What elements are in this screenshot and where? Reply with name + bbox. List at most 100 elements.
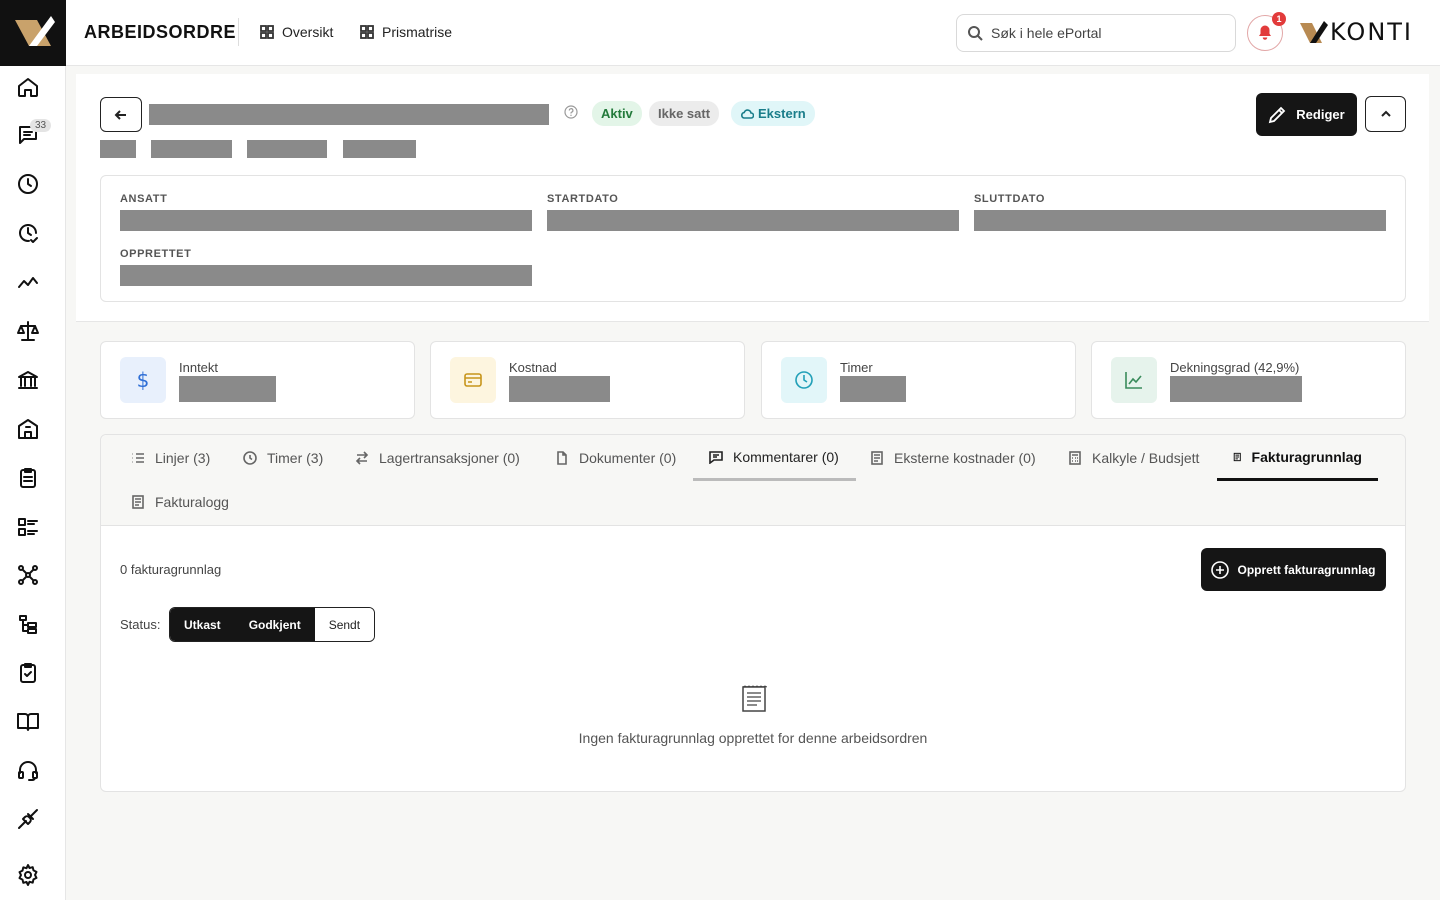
sidebar-item-integrations[interactable] bbox=[0, 555, 56, 595]
messages-count-badge: 33 bbox=[30, 119, 52, 132]
edit-button[interactable]: Rediger bbox=[1256, 93, 1357, 136]
title-divider bbox=[238, 18, 239, 46]
comment-icon bbox=[709, 450, 723, 464]
tab-invoice-log[interactable]: Fakturalogg bbox=[115, 479, 245, 525]
stat-cost-value-redacted bbox=[509, 376, 610, 402]
clock-icon bbox=[243, 451, 257, 465]
status-filter: Utkast Godkjent Sendt bbox=[169, 607, 376, 642]
plus-circle-icon bbox=[1211, 560, 1230, 579]
clipboard-check-icon bbox=[20, 663, 36, 683]
nav-overview-link[interactable]: Oversikt bbox=[260, 24, 333, 40]
list-icon bbox=[132, 453, 144, 463]
employee-value-redacted bbox=[120, 210, 532, 231]
stat-hours-label: Timer bbox=[840, 360, 873, 375]
meta-redacted-3 bbox=[247, 140, 327, 158]
stat-card-hours: Timer bbox=[761, 341, 1076, 419]
stat-margin-label: Dekningsgrad (42,9%) bbox=[1170, 360, 1300, 375]
sidebar-item-settings[interactable] bbox=[0, 855, 56, 895]
tab-lines-label: Linjer (3) bbox=[155, 450, 211, 466]
help-icon[interactable] bbox=[564, 105, 578, 119]
chart-icon bbox=[1125, 372, 1142, 389]
back-button[interactable] bbox=[100, 97, 142, 132]
tab-hours[interactable]: Timer (3) bbox=[227, 435, 339, 481]
tab-comments[interactable]: Kommentarer (0) bbox=[693, 435, 856, 481]
end-date-label: SLUTTDATO bbox=[974, 193, 1045, 205]
tab-budget[interactable]: Kalkyle / Budsjett bbox=[1052, 435, 1215, 481]
pencil-icon bbox=[1269, 106, 1286, 123]
app-logo[interactable] bbox=[0, 0, 66, 66]
clock-check-icon bbox=[19, 224, 38, 243]
meta-redacted-2 bbox=[151, 140, 232, 158]
invoice-count: 0 fakturagrunnlag bbox=[120, 562, 222, 577]
tab-invoice-basis[interactable]: Fakturagrunnlag bbox=[1217, 435, 1378, 481]
global-search[interactable] bbox=[956, 14, 1236, 52]
stat-hours-value-redacted bbox=[840, 376, 906, 402]
clock-icon bbox=[795, 371, 813, 389]
tab-invoice-log-label: Fakturalogg bbox=[155, 494, 229, 510]
book-icon bbox=[17, 713, 39, 731]
tab-documents[interactable]: Dokumenter (0) bbox=[539, 435, 692, 481]
work-order-header: Aktiv Ikke satt Ekstern Rediger ANSATT S… bbox=[76, 74, 1429, 322]
arrow-left-icon bbox=[114, 109, 126, 120]
list-icon bbox=[18, 518, 38, 536]
order-title-redacted bbox=[149, 104, 549, 125]
cloud-icon bbox=[741, 108, 754, 119]
empty-state-message: Ingen fakturagrunnlag opprettet for denn… bbox=[578, 730, 928, 746]
home-icon bbox=[18, 78, 38, 97]
filter-draft[interactable]: Utkast bbox=[170, 608, 235, 641]
start-date-value-redacted bbox=[547, 210, 959, 231]
filter-approved[interactable]: Godkjent bbox=[234, 608, 315, 641]
sidebar-item-checklists[interactable] bbox=[0, 653, 56, 693]
sidebar-item-docs[interactable] bbox=[0, 701, 56, 741]
sidebar-item-tasks[interactable] bbox=[0, 458, 56, 498]
edit-button-label: Rediger bbox=[1296, 107, 1345, 122]
tab-external-costs-label: Eksterne kostnader (0) bbox=[894, 450, 1036, 466]
sidebar-item-support[interactable] bbox=[0, 750, 56, 790]
sidebar-item-home[interactable] bbox=[0, 67, 56, 107]
status-badge: Aktiv bbox=[592, 101, 642, 126]
type-badge-label: Ekstern bbox=[758, 106, 806, 121]
tabs-bar: Linjer (3) Timer (3) Lagertransaksjoner … bbox=[101, 435, 1405, 526]
network-icon bbox=[18, 565, 38, 585]
sidebar-item-time-approval[interactable] bbox=[0, 213, 56, 253]
plug-icon bbox=[18, 809, 38, 829]
sidebar-item-balance[interactable] bbox=[0, 311, 56, 351]
tab-documents-label: Dokumenter (0) bbox=[579, 450, 677, 466]
end-date-value-redacted bbox=[974, 210, 1386, 231]
sidebar-item-lists[interactable] bbox=[0, 507, 56, 547]
sidebar-item-time[interactable] bbox=[0, 164, 56, 204]
clipboard-icon bbox=[20, 468, 36, 488]
bell-icon bbox=[1259, 25, 1271, 40]
stat-card-income: $ Inntekt bbox=[100, 341, 415, 419]
collapse-button[interactable] bbox=[1365, 96, 1406, 132]
employee-label: ANSATT bbox=[120, 193, 168, 205]
sidebar-item-plugins[interactable] bbox=[0, 799, 56, 839]
empty-receipt-icon bbox=[742, 685, 767, 712]
nav-price-matrix-link[interactable]: Prismatrise bbox=[360, 24, 452, 40]
dollar-icon: $ bbox=[120, 357, 166, 403]
sidebar-item-analytics[interactable] bbox=[0, 262, 56, 302]
swap-icon bbox=[355, 451, 369, 465]
building-icon bbox=[18, 419, 38, 439]
filter-sent[interactable]: Sendt bbox=[314, 608, 375, 641]
notifications-button[interactable]: 1 bbox=[1247, 12, 1286, 51]
details-card: ANSATT STARTDATO SLUTTDATO OPPRETTET bbox=[100, 175, 1406, 302]
bank-icon bbox=[18, 371, 38, 389]
sidebar-item-bank[interactable] bbox=[0, 360, 56, 400]
created-value-redacted bbox=[120, 265, 532, 286]
status-filter-label: Status: bbox=[120, 617, 161, 632]
sidebar-item-messages[interactable]: 33 bbox=[0, 115, 56, 155]
priority-badge: Ikke satt bbox=[649, 101, 720, 126]
stat-margin-value-redacted bbox=[1170, 376, 1302, 402]
tab-inventory-transactions[interactable]: Lagertransaksjoner (0) bbox=[339, 435, 536, 481]
search-input[interactable] bbox=[991, 25, 1221, 41]
tab-external-costs[interactable]: Eksterne kostnader (0) bbox=[854, 435, 1052, 481]
grid-icon bbox=[260, 25, 274, 39]
create-invoice-basis-button[interactable]: Opprett fakturagrunnlag bbox=[1201, 548, 1386, 591]
sidebar-item-structure[interactable] bbox=[0, 604, 56, 644]
created-label: OPPRETTET bbox=[120, 248, 192, 260]
nav-overview-label: Oversikt bbox=[282, 24, 334, 40]
tab-lines[interactable]: Linjer (3) bbox=[115, 435, 226, 481]
stat-cost-label: Kostnad bbox=[509, 360, 557, 375]
sidebar-item-company[interactable] bbox=[0, 409, 56, 449]
